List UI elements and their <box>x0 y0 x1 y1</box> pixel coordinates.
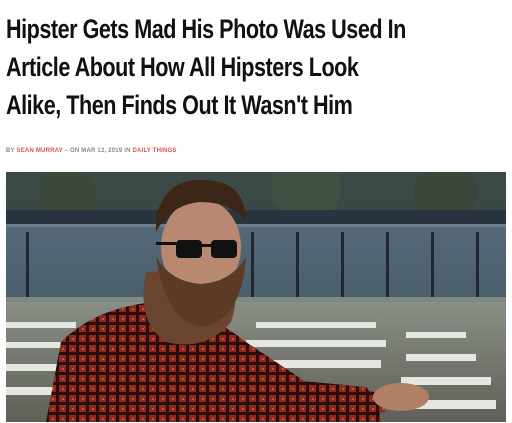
article-photo <box>6 172 506 422</box>
byline-date: – ON MAR 12, 2019 IN <box>64 148 131 154</box>
headline-line-3: Alike, Then Finds Out It Wasn't Him <box>6 90 353 120</box>
article-headline[interactable]: Hipster Gets Mad His Photo Was Used In A… <box>6 10 406 124</box>
author-link[interactable]: SEAN MURRAY <box>17 148 63 154</box>
article-card: Hipster Gets Mad His Photo Was Used In A… <box>0 0 512 423</box>
headline-line-1: Hipster Gets Mad His Photo Was Used In <box>6 14 406 44</box>
article-byline: BY SEAN MURRAY – ON MAR 12, 2019 IN DAIL… <box>6 148 177 154</box>
byline-prefix: BY <box>6 148 15 154</box>
headline-line-2: Article About How All Hipsters Look <box>6 52 359 82</box>
section-link[interactable]: DAILY THINGS <box>133 148 177 154</box>
